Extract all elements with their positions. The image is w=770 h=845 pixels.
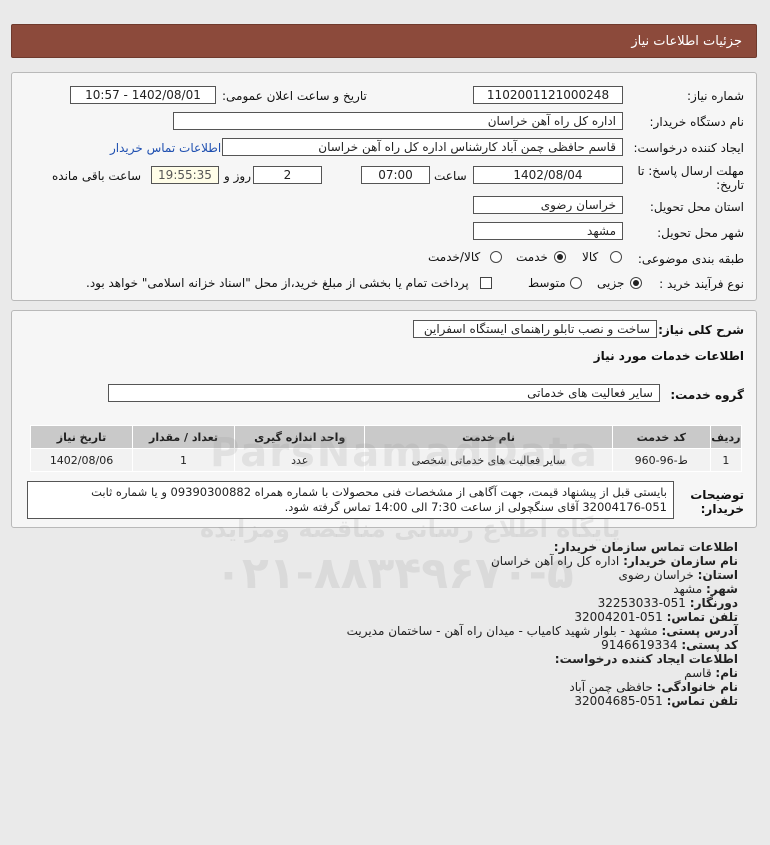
cell-row-number: 1 xyxy=(709,448,743,472)
cell-service-code: ط-96-960 xyxy=(611,448,711,472)
col-unit: واحد اندازه گیری xyxy=(234,425,366,449)
cell-service-name: سایر فعالیت های خدماتی شخصی xyxy=(364,448,613,472)
city-field: مشهد xyxy=(473,222,623,240)
need-number-field: 1102001121000248 xyxy=(473,86,623,104)
general-description-field: ساخت و نصب تابلو راهنمای ایستگاه اسفراین xyxy=(413,320,657,338)
contact-last-name: نام خانوادگی: حافظی چمن آباد xyxy=(569,680,738,694)
contact-creator-phone: تلفن تماس: 051-32004685 xyxy=(574,694,738,708)
announce-label: تاریخ و ساعت اعلان عمومی: xyxy=(222,89,367,103)
days-field: 2 xyxy=(253,166,322,184)
province-field: خراسان رضوی xyxy=(473,196,623,214)
announce-field: 1402/08/01 - 10:57 xyxy=(70,86,216,104)
process-label: نوع فرآیند خرید : xyxy=(659,277,744,291)
buyer-notes-label-2: خریدار: xyxy=(700,502,744,516)
process-radio-medium[interactable] xyxy=(570,277,582,289)
cell-quantity: 1 xyxy=(132,448,236,472)
process-option-medium: متوسط xyxy=(528,276,566,290)
general-description-label: شرح کلی نیاز: xyxy=(658,323,744,337)
table-header-row: ردیف کد خدمت نام خدمت واحد اندازه گیری ت… xyxy=(29,425,743,449)
services-title: اطلاعات خدمات مورد نیاز xyxy=(593,349,744,363)
page-title: جزئیات اطلاعات نیاز xyxy=(631,34,742,49)
contact-org-title: اطلاعات تماس سازمان خریدار: xyxy=(553,540,738,554)
contact-province: استان: خراسان رضوی xyxy=(618,568,738,582)
contact-org-name: نام سازمان خریدار: اداره کل راه آهن خراس… xyxy=(490,554,738,568)
buyer-contact-link[interactable]: اطلاعات تماس خریدار xyxy=(110,141,221,155)
cell-need-date: 1402/08/06 xyxy=(29,448,134,472)
remaining-label: ساعت باقی مانده xyxy=(52,169,142,183)
deadline-label: مهلت ارسال پاسخ: تا xyxy=(637,164,744,178)
need-number-label: شماره نیاز: xyxy=(687,89,744,103)
province-label: استان محل تحویل: xyxy=(649,200,744,214)
col-row-number: ردیف xyxy=(709,425,743,449)
buyer-notes-box: بایستی قبل از پیشنهاد قیمت، جهت آگاهی از… xyxy=(27,481,674,519)
buyer-notes-label: توضیحات xyxy=(690,488,744,502)
buyer-org-field: اداره کل راه آهن خراسان xyxy=(173,112,623,130)
category-option-service: خدمت xyxy=(516,250,548,264)
creator-field: قاسم حافظی چمن آباد کارشناس اداره کل راه… xyxy=(222,138,623,156)
treasury-payment-checkbox[interactable] xyxy=(480,277,492,289)
city-label: شهر محل تحویل: xyxy=(657,226,744,240)
days-label: روز و xyxy=(224,169,251,183)
col-need-date: تاریخ نیاز xyxy=(29,425,134,449)
contact-first-name: نام: قاسم xyxy=(684,666,738,680)
contact-address: آدرس پستی: مشهد - بلوار شهید کامیاب - می… xyxy=(346,624,738,638)
service-group-label: گروه خدمت: xyxy=(670,388,744,402)
process-radio-minor[interactable] xyxy=(630,277,642,289)
services-table: ردیف کد خدمت نام خدمت واحد اندازه گیری ت… xyxy=(29,425,743,472)
contact-creator-title: اطلاعات ایجاد کننده درخواست: xyxy=(554,652,738,666)
cell-unit: عدد xyxy=(234,448,366,472)
col-service-code: کد خدمت xyxy=(611,425,711,449)
service-group-field: سایر فعالیت های خدماتی xyxy=(108,384,660,402)
contact-postal: کد پستی: 9146619334 xyxy=(601,638,738,652)
contact-city: شهر: مشهد xyxy=(673,582,738,596)
buyer-notes-line-2: 32004176-051 آقای سنگچولی از ساعت 7:30 ا… xyxy=(284,500,667,514)
remaining-time-field: 19:55:35 xyxy=(151,166,219,184)
contact-fax: دورنگار: 051-32253033 xyxy=(597,596,738,610)
category-option-goods: کالا xyxy=(582,250,599,264)
deadline-date-field: 1402/08/04 xyxy=(473,166,623,184)
need-info-panel xyxy=(11,72,757,301)
creator-label: ایجاد کننده درخواست: xyxy=(633,141,744,155)
deadline-time-label: ساعت xyxy=(434,169,467,183)
col-service-name: نام خدمت xyxy=(364,425,613,449)
deadline-time-field: 07:00 xyxy=(361,166,430,184)
process-option-minor: جزیی xyxy=(597,276,625,290)
page-header: جزئیات اطلاعات نیاز xyxy=(11,24,757,58)
category-radio-goods-service[interactable] xyxy=(490,251,502,263)
treasury-payment-note: پرداخت تمام یا بخشی از مبلغ خرید،از محل … xyxy=(86,276,469,290)
contact-phone: تلفن تماس: 051-32004201 xyxy=(574,610,738,624)
category-radio-service[interactable] xyxy=(554,251,566,263)
category-radio-goods[interactable] xyxy=(610,251,622,263)
deadline-label-date: تاریخ: xyxy=(716,178,744,192)
table-row: 1 ط-96-960 سایر فعالیت های خدماتی شخصی ع… xyxy=(29,448,743,472)
col-quantity: تعداد / مقدار xyxy=(132,425,236,449)
category-label: طبقه بندی موضوعی: xyxy=(637,252,744,266)
buyer-org-label: نام دستگاه خریدار: xyxy=(649,115,745,129)
buyer-notes-line-1: بایستی قبل از پیشنهاد قیمت، جهت آگاهی از… xyxy=(91,485,667,499)
category-option-goods-service: کالا/خدمت xyxy=(428,250,481,264)
